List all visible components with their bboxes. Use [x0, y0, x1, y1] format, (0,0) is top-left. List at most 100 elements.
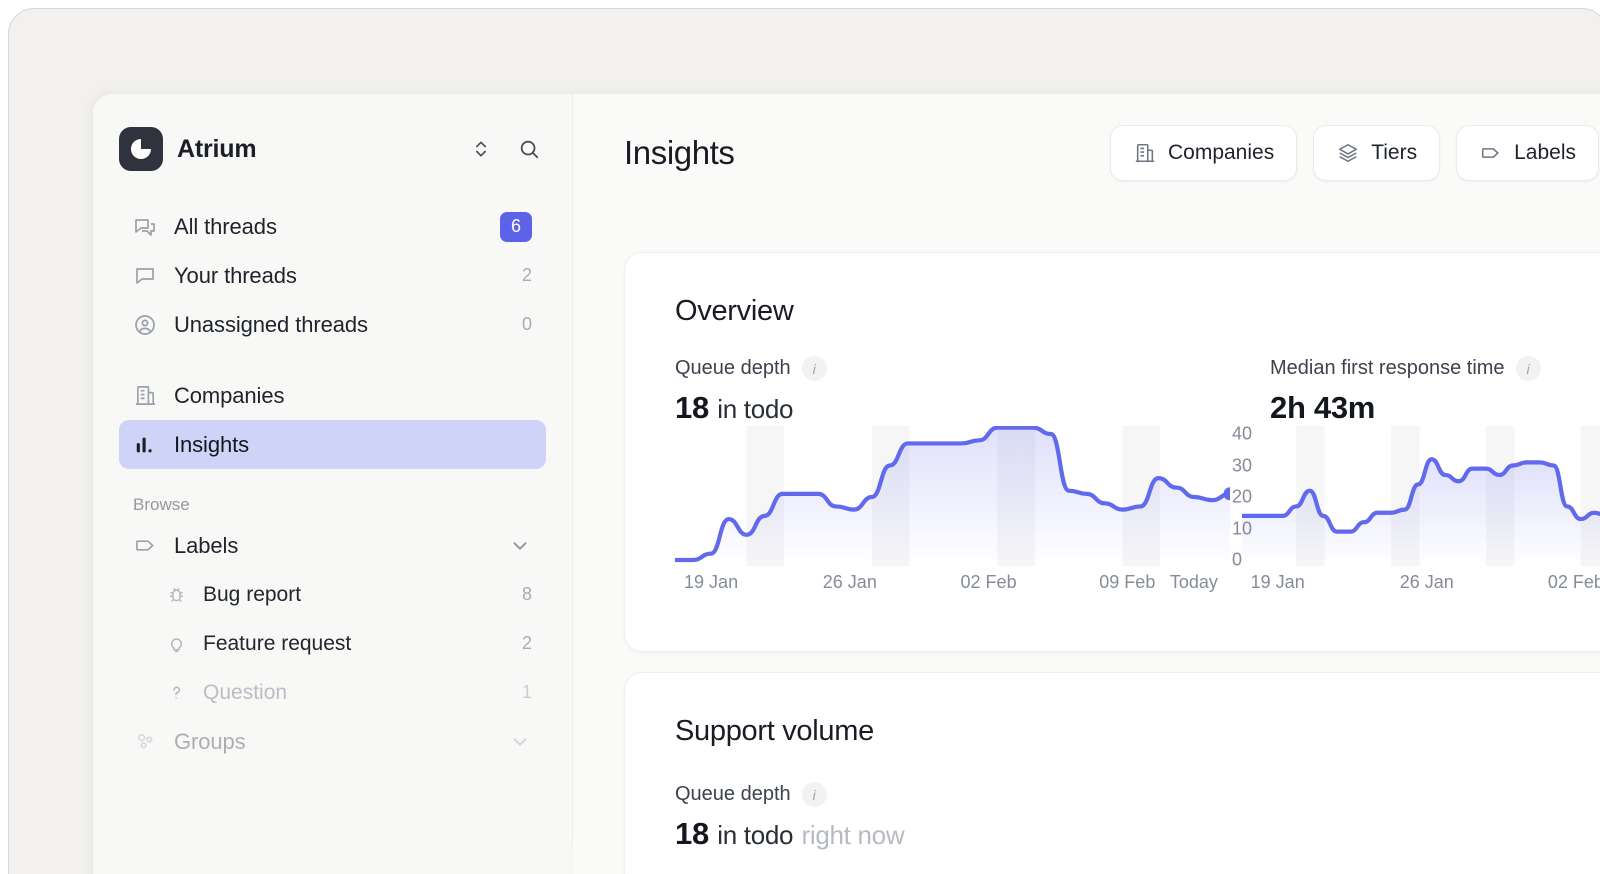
volume-metrics-row: Queue depth i 18 in todo right now	[625, 782, 1600, 852]
tag-icon	[1479, 141, 1503, 165]
sidebar-item-label: Unassigned threads	[174, 311, 368, 337]
tag-icon	[133, 534, 157, 558]
atrium-logo-icon	[131, 139, 151, 159]
filter-button-labels[interactable]: Labels	[1456, 125, 1599, 181]
median-first-response-chart-svg	[1242, 426, 1600, 566]
browse-nav: Labels Bug report 8 Feature request 2 Qu…	[93, 521, 572, 766]
x-axis-tick: 19 Jan	[684, 572, 739, 592]
sidebar-label-name: Feature request	[203, 631, 352, 655]
metric-number: 18	[675, 390, 709, 425]
metric-number: 18	[675, 816, 709, 851]
x-axis-tick: 26 Jan	[1399, 572, 1454, 592]
sidebar-item-labels[interactable]: Labels	[119, 521, 546, 570]
sidebar-section-browse: Browse	[133, 495, 190, 514]
queue-depth-chart[interactable]: 010203040 19 Jan26 Jan02 Feb09 FebToday	[637, 424, 1252, 596]
metric-number: 2h 43m	[1270, 390, 1376, 425]
sidebar-label-bug-report[interactable]: Bug report 8	[119, 570, 546, 619]
sidebar-item-label: Labels	[174, 532, 239, 558]
brand-name: Atrium	[177, 134, 257, 163]
x-axis-tick: 02 Feb	[960, 572, 1017, 592]
queue-depth-chart-svg	[675, 426, 1230, 566]
support-volume-card: Support volume Queue depth i 18 in todo …	[624, 672, 1600, 874]
atrium-logo[interactable]	[119, 127, 163, 171]
primary-nav: All threads 6 Your threads 2 Unassigned …	[93, 202, 572, 469]
sidebar-item-companies[interactable]: Companies	[119, 371, 546, 420]
sidebar-item-label: Insights	[174, 431, 250, 457]
chat-bubble-icon	[133, 264, 157, 288]
groups-icon	[133, 730, 157, 754]
lightbulb-icon	[165, 633, 187, 655]
chevron-down-icon[interactable]	[508, 730, 532, 754]
chevron-updown-icon[interactable]	[464, 132, 498, 166]
bug-icon	[165, 584, 187, 606]
sidebar-label-name: Bug report	[203, 582, 302, 606]
sidebar-item-label: Companies	[174, 382, 285, 408]
sidebar-item-label: All threads	[174, 213, 277, 239]
bar-chart-icon	[133, 433, 157, 457]
threads-icon	[133, 215, 157, 239]
info-icon[interactable]: i	[801, 356, 827, 381]
sidebar-item-your-threads[interactable]: Your threads 2	[119, 251, 546, 300]
metric-label: Queue depth	[675, 783, 791, 805]
filter-button-label: Companies	[1167, 141, 1275, 164]
info-icon[interactable]: i	[801, 782, 827, 807]
sidebar-bottom-fade	[93, 824, 573, 874]
median-first-response-chart[interactable]: 19 Jan 26 Jan 02 Feb	[1232, 426, 1600, 596]
sidebar-item-count: 0	[521, 314, 532, 334]
filter-button-tiers[interactable]: Tiers	[1313, 125, 1441, 181]
metric-queue-depth-now: Queue depth i 18 in todo right now	[675, 782, 1270, 852]
sidebar-label-feature-request[interactable]: Feature request 2	[119, 619, 546, 668]
browser-window-frame: Atrium All threads 6 Your threads 2 Unas…	[8, 8, 1600, 874]
x-axis-tick: 02 Feb	[1547, 572, 1600, 592]
main-content: Insights Companies Tiers Labels Overview…	[574, 94, 1600, 874]
app-panel: Atrium All threads 6 Your threads 2 Unas…	[92, 93, 1600, 874]
metric-unit: in todo	[717, 394, 794, 424]
sidebar-label-count: 1	[521, 682, 532, 702]
queue-depth-x-axis: 19 Jan 26 Jan 02 Feb 09 Feb Today	[675, 566, 1230, 596]
sidebar-label-name: Question	[203, 680, 288, 704]
sidebar-item-count: 2	[521, 265, 532, 285]
x-axis-tick: 19 Jan	[1250, 572, 1305, 592]
sidebar-label-count: 8	[521, 584, 532, 604]
sidebar-item-all-threads[interactable]: All threads 6	[119, 202, 546, 251]
overview-card: Overview Queue depth i 18 in todo Median…	[624, 252, 1600, 652]
overview-charts-row: 010203040 19 Jan26 Jan02 Feb09 FebToday …	[625, 424, 1600, 596]
metric-median-first-response: Median first response time i 2h 43m	[1270, 356, 1600, 426]
sidebar-item-badge: 6	[500, 211, 532, 242]
sidebar-label-question[interactable]: Question 1	[119, 668, 546, 717]
metric-suffix: right now	[801, 820, 905, 850]
card-title: Support volume	[675, 715, 874, 747]
chevron-down-icon[interactable]	[508, 534, 532, 558]
sidebar-item-groups[interactable]: Groups	[119, 717, 546, 766]
x-axis-tick: Today	[1169, 572, 1218, 592]
search-icon[interactable]	[512, 132, 546, 166]
metric-value: 18 in todo right now	[675, 816, 1270, 852]
metric-label: Median first response time	[1270, 357, 1505, 379]
nav-divider-space	[119, 349, 546, 371]
info-icon[interactable]: i	[1515, 356, 1541, 381]
sidebar-item-unassigned-threads[interactable]: Unassigned threads 0	[119, 300, 546, 349]
brand-row: Atrium	[119, 120, 546, 178]
filter-button-companies[interactable]: Companies	[1109, 125, 1298, 181]
metric-value: 18 in todo	[675, 390, 1270, 426]
metric-queue-depth: Queue depth i 18 in todo	[675, 356, 1270, 426]
card-title: Overview	[675, 295, 794, 327]
x-axis-tick: 26 Jan	[822, 572, 877, 592]
metric-unit: in todo	[717, 820, 794, 850]
sidebar-label-count: 2	[521, 633, 532, 653]
main-header: Insights Companies Tiers Labels	[574, 94, 1600, 212]
overview-metrics-row: Queue depth i 18 in todo Median first re…	[625, 356, 1600, 426]
sidebar: Atrium All threads 6 Your threads 2 Unas…	[93, 94, 573, 874]
metric-label: Queue depth	[675, 357, 791, 379]
filter-button-label: Tiers	[1371, 141, 1418, 164]
x-axis-tick: 09 Feb	[1099, 572, 1156, 592]
sidebar-item-label: Groups	[174, 728, 246, 754]
layers-icon	[1336, 141, 1360, 165]
sidebar-item-label: Your threads	[174, 262, 297, 288]
screenshot-viewport: Atrium All threads 6 Your threads 2 Unas…	[0, 0, 1600, 874]
page-title: Insights	[624, 134, 735, 171]
sidebar-item-insights[interactable]: Insights	[119, 420, 546, 469]
metric-value: 2h 43m	[1270, 390, 1600, 426]
filter-button-label: Labels	[1514, 141, 1576, 164]
building-icon	[133, 384, 157, 408]
